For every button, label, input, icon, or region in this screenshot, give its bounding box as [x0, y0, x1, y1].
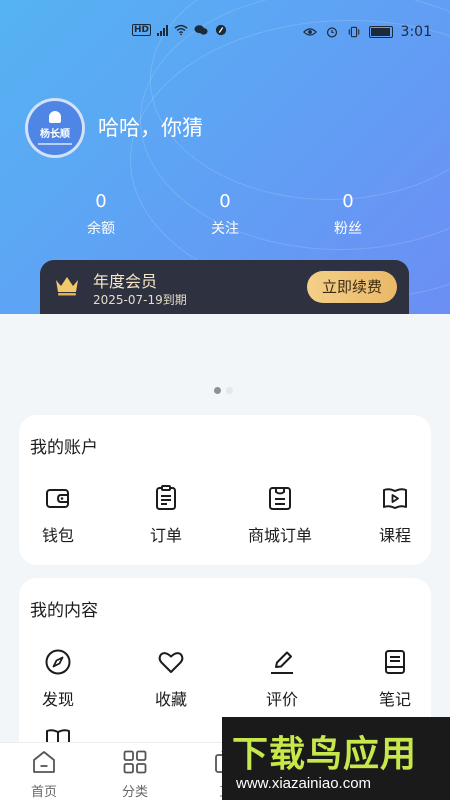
- compass-icon: [45, 649, 71, 675]
- banner-indicator: [214, 387, 233, 394]
- username[interactable]: 哈哈，你猜: [98, 112, 203, 142]
- favorites-item[interactable]: 收藏: [121, 648, 221, 710]
- home-icon: [33, 751, 55, 773]
- watermark-title: 下载鸟应用: [232, 734, 418, 775]
- item-label: 订单: [149, 526, 182, 545]
- item-label: 商城订单: [247, 526, 312, 545]
- wechat-icon: [194, 25, 208, 35]
- item-label: 笔记: [378, 690, 411, 709]
- wallet-icon: [46, 489, 69, 508]
- avatar-divider: [38, 143, 72, 145]
- hd-icon: HD: [132, 24, 152, 36]
- tab-label: 首页: [30, 785, 57, 800]
- item-label: 课程: [378, 526, 411, 545]
- account-section: 我的账户 钱包 订单 商城订单 课程: [19, 415, 431, 565]
- review-item[interactable]: 评价: [232, 648, 332, 710]
- alarm-icon: [326, 27, 337, 38]
- watermark-url: www.xiazainiao.com: [236, 775, 372, 792]
- stat-following[interactable]: 0 关注: [185, 190, 265, 240]
- shop-order-icon: [269, 487, 291, 510]
- course-icon: [383, 488, 407, 509]
- heart-icon: [158, 652, 184, 673]
- item-label: 发现: [41, 690, 74, 709]
- stat-value: 0: [95, 191, 107, 212]
- stat-label: 粉丝: [334, 221, 362, 237]
- banner-dot: [226, 387, 233, 394]
- discover-item[interactable]: 发现: [8, 648, 108, 710]
- item-label: 收藏: [154, 690, 187, 709]
- status-time: 3:01: [400, 24, 432, 40]
- stat-followers[interactable]: 0 粉丝: [308, 190, 388, 240]
- item-label: 钱包: [41, 526, 74, 545]
- avatar-brand-text: 杨长顺: [40, 129, 70, 140]
- notes-item[interactable]: 笔记: [345, 648, 445, 710]
- grid-icon: [123, 750, 147, 774]
- wifi-icon: [174, 24, 188, 36]
- app-icon: [215, 24, 227, 36]
- tab-home[interactable]: 首页: [14, 749, 74, 800]
- renew-button[interactable]: 立即续费: [307, 271, 397, 303]
- order-item[interactable]: 订单: [116, 484, 216, 546]
- section-title: 我的账户: [30, 438, 98, 458]
- stat-value: 0: [342, 191, 354, 212]
- item-label: 评价: [265, 690, 298, 709]
- site-watermark: 下载鸟应用 www.xiazainiao.com: [222, 717, 450, 800]
- stat-label: 关注: [211, 221, 239, 237]
- vibrate-icon: [348, 26, 359, 38]
- tab-label: 分类: [121, 785, 148, 800]
- shop-order-item[interactable]: 商城订单: [230, 484, 330, 546]
- crown-icon: [56, 277, 78, 296]
- eye-icon: [302, 28, 317, 36]
- stat-label: 余额: [87, 221, 115, 237]
- banner-dot-active: [214, 387, 221, 394]
- person-icon: [49, 111, 61, 123]
- stat-value: 0: [219, 191, 231, 212]
- membership-card[interactable]: 年度会员 2025-07-19到期 立即续费: [40, 260, 409, 314]
- battery-icon: [368, 26, 393, 38]
- notebook-icon: [385, 650, 405, 674]
- course-item[interactable]: 课程: [345, 484, 445, 546]
- stat-balance[interactable]: 0 余额: [61, 190, 141, 240]
- stats-row: 0 余额 0 关注 0 粉丝: [0, 190, 450, 240]
- membership-title: 年度会员: [93, 272, 158, 291]
- 5g-signal-icon: [157, 24, 169, 36]
- pen-icon: [271, 651, 293, 674]
- wallet-item[interactable]: 钱包: [8, 484, 108, 546]
- avatar[interactable]: 杨长顺: [25, 98, 85, 158]
- clipboard-icon: [156, 485, 176, 510]
- status-bar: HD 3:01: [0, 0, 450, 64]
- membership-expiry: 2025-07-19到期: [93, 293, 187, 307]
- tab-category[interactable]: 分类: [105, 749, 165, 800]
- section-title: 我的内容: [30, 601, 98, 621]
